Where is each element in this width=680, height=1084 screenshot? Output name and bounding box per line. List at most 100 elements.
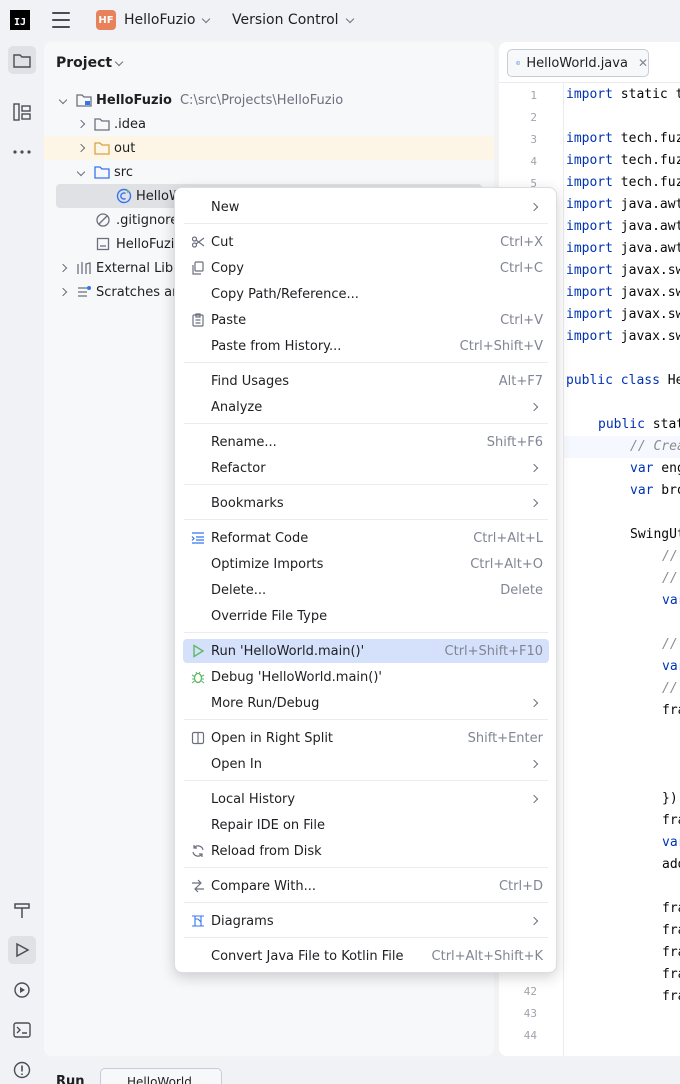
code-line[interactable]: import tech.fuz [566,131,680,146]
menu-item-analyze[interactable]: Analyze [183,395,549,419]
tree-item-src[interactable]: src [44,160,494,184]
menu-item-copy-path-reference[interactable]: Copy Path/Reference... [183,282,549,306]
run-tab[interactable]: HelloWorld [100,1068,222,1084]
code-line[interactable]: import javax.sw [566,307,680,322]
project-panel-title[interactable]: Project [56,55,124,71]
code-text: javax.sw [612,285,680,300]
build-tool-icon[interactable] [8,896,36,924]
code-line[interactable]: import javax.sw [566,263,680,278]
code-line[interactable]: import javax.sw [566,329,680,344]
app-logo-icon[interactable]: IJ [10,10,30,30]
menu-item-repair-ide-on-file[interactable]: Repair IDE on File [183,813,549,837]
code-line[interactable]: import tech.fuz [566,175,680,190]
menu-item-debug-helloworld-main[interactable]: Debug 'HelloWorld.main()' [183,665,549,689]
code-line[interactable]: var bro [630,483,680,498]
menu-item-reformat-code[interactable]: Reformat Code Ctrl+Alt+L [183,526,549,550]
menu-item-paste[interactable]: Paste Ctrl+V [183,308,549,332]
menu-item-diagrams[interactable]: Diagrams [183,909,549,933]
code-text: tech.fuz [612,175,680,190]
code-line[interactable]: import tech.fuz [566,153,680,168]
menu-separator [184,223,548,224]
menu-item-open-in[interactable]: Open In [183,752,549,776]
menu-item-convert-java-file-to-kotlin-file[interactable]: Convert Java File to Kotlin File Ctrl+Alt… [183,944,549,968]
code-line[interactable]: // [662,637,678,652]
code-line[interactable]: var [662,835,680,850]
close-icon[interactable]: ✕ [638,56,648,70]
services-tool-icon[interactable] [8,976,36,1004]
menu-item-reload-from-disk[interactable]: Reload from Disk [183,839,549,863]
chevron-down-icon[interactable] [58,95,68,105]
menu-item-more-run-debug[interactable]: More Run/Debug [183,691,549,715]
code-line[interactable]: var eng [630,461,680,476]
project-tool-icon[interactable] [8,46,36,74]
code-line[interactable]: fra [662,989,680,1004]
menu-item-run-helloworld-main[interactable]: Run 'HelloWorld.main()' Ctrl+Shift+F10 [183,639,549,663]
problems-tool-icon[interactable] [8,1056,36,1084]
terminal-tool-icon[interactable] [8,1016,36,1044]
menu-item-new[interactable]: New [183,195,549,219]
more-tools-icon[interactable] [8,138,36,166]
folder-icon [94,118,110,131]
code-line[interactable]: fra [662,967,680,982]
menu-item-rename[interactable]: Rename... Shift+F6 [183,430,549,454]
chevron-right-icon[interactable] [76,119,86,129]
code-line[interactable]: var [662,593,680,608]
code-text: tech.fuz [612,131,680,146]
menu-item-find-usages[interactable]: Find Usages Alt+F7 [183,369,549,393]
menu-item-shortcut: Ctrl+Alt+L [473,530,543,546]
code-line[interactable]: public stat [598,417,680,432]
tree-item-idea[interactable]: .idea [44,112,494,136]
menu-item-paste-from-history[interactable]: Paste from History... Ctrl+Shift+V [183,334,549,358]
code-line[interactable]: import java.awt [566,241,680,256]
chevron-down-icon[interactable] [76,167,86,177]
code-line[interactable]: fra [662,901,680,916]
menu-item-optimize-imports[interactable]: Optimize Imports Ctrl+Alt+O [183,552,549,576]
chevron-right-icon[interactable] [58,263,68,273]
code-line[interactable]: fra [662,923,680,938]
menu-item-shortcut: Ctrl+Shift+F10 [444,643,543,659]
menu-item-label: Copy [211,260,244,276]
tree-item-root[interactable]: HelloFuzio C:\src\Projects\HelloFuzio [44,88,494,112]
menu-item-cut[interactable]: Cut Ctrl+X [183,230,549,254]
chevron-right-icon [529,759,539,769]
code-keyword: import [566,219,613,234]
code-line[interactable]: SwingUt [630,527,680,542]
code-line[interactable]: import java.awt [566,219,680,234]
chevron-right-icon[interactable] [76,143,86,153]
code-line[interactable]: // [662,571,678,586]
code-line[interactable]: import javax.sw [566,285,680,300]
code-line[interactable]: import java.awt [566,197,680,212]
tree-item-out[interactable]: out [44,136,494,160]
code-line[interactable]: fra [662,813,680,828]
version-control-widget[interactable]: Version Control [232,12,354,28]
menu-item-local-history[interactable]: Local History [183,787,549,811]
code-line[interactable]: var [662,659,680,674]
main-menu-icon[interactable] [52,12,70,28]
run-tool-icon[interactable] [8,936,36,964]
code-line[interactable]: // Crea [630,439,680,454]
menu-item-open-in-right-split[interactable]: Open in Right Split Shift+Enter [183,726,549,750]
menu-item-bookmarks[interactable]: Bookmarks [183,491,549,515]
editor-tab-helloworld[interactable]: HelloWorld.java ✕ [507,49,649,77]
code-line[interactable]: public class He [566,373,680,388]
menu-item-copy[interactable]: Copy Ctrl+C [183,256,549,280]
line-number: 2 [530,111,537,124]
chevron-right-icon [529,794,539,804]
menu-item-shortcut: Ctrl+D [498,878,543,894]
code-text: javax.sw [612,329,680,344]
code-line[interactable]: fra [662,703,680,718]
chevron-right-icon[interactable] [58,287,68,297]
code-line[interactable]: import static t [566,87,680,102]
code-line[interactable]: }) [662,791,678,806]
project-switcher[interactable]: HelloFuzio [124,12,211,28]
menu-item-override-file-type[interactable]: Override File Type [183,604,549,628]
menu-item-delete[interactable]: Delete... Delete [183,578,549,602]
structure-tool-icon[interactable] [8,98,36,126]
code-line[interactable]: fra [662,945,680,960]
code-line[interactable]: add [662,857,680,872]
menu-item-compare-with[interactable]: Compare With... Ctrl+D [183,874,549,898]
code-line[interactable]: // [662,549,678,564]
code-text: static t [612,87,680,102]
code-line[interactable]: // [662,681,678,696]
menu-item-refactor[interactable]: Refactor [183,456,549,480]
